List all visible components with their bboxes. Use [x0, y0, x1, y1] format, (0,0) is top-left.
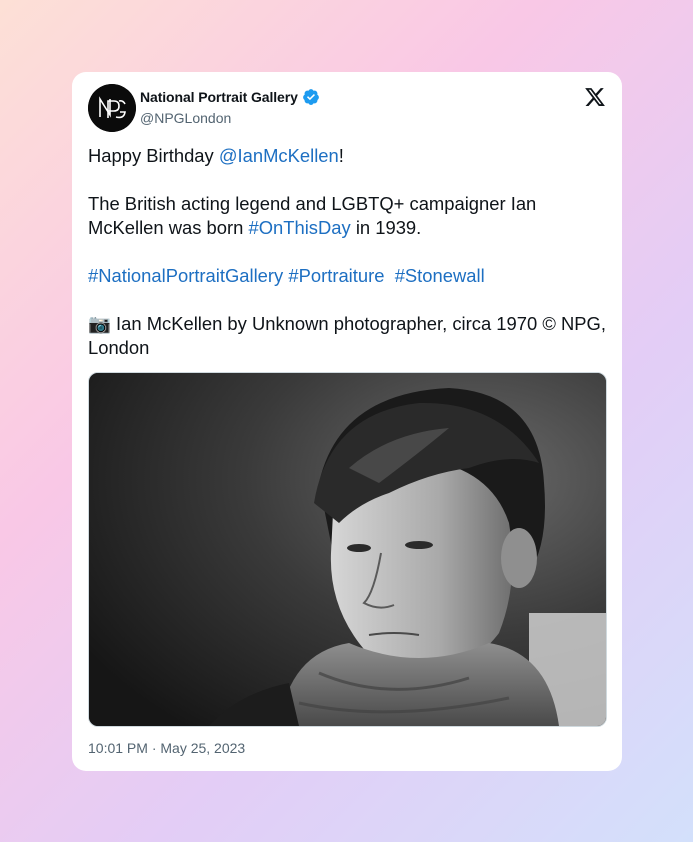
hashtag-link[interactable]: #OnThisDay: [248, 217, 350, 238]
camera-icon: 📷: [88, 313, 111, 334]
author-handle[interactable]: @NPGLondon: [140, 110, 231, 126]
author-row: National Portrait Gallery: [140, 88, 320, 106]
description-line: The British acting legend and LGBTQ+ cam…: [88, 192, 608, 240]
caption-text: Ian McKellen by Unknown photographer, ci…: [88, 313, 606, 358]
author-name[interactable]: National Portrait Gallery: [140, 89, 298, 105]
tweet-text: Happy Birthday @IanMcKellen! The British…: [88, 144, 608, 360]
description-suffix: in 1939.: [350, 217, 422, 238]
hashtag-link[interactable]: #Stonewall: [395, 265, 485, 286]
verified-badge-icon: [302, 89, 319, 105]
tweet-timestamp[interactable]: 10:01 PM · May 25, 2023: [88, 740, 245, 756]
hashtags-line: #NationalPortraitGallery #Portraiture #S…: [88, 264, 608, 288]
npg-logo-icon: [88, 84, 136, 132]
mention-link[interactable]: @IanMcKellen: [219, 145, 339, 166]
portrait-photo: [89, 373, 606, 726]
x-logo-icon[interactable]: [584, 86, 606, 108]
greeting-suffix: !: [338, 145, 344, 166]
hashtag-link[interactable]: #Portraiture: [288, 265, 384, 286]
greeting-line: Happy Birthday @IanMcKellen!: [88, 144, 608, 168]
tweet-image[interactable]: [88, 372, 607, 727]
hashtag-link[interactable]: #NationalPortraitGallery: [88, 265, 283, 286]
greeting-text: Happy Birthday: [88, 145, 219, 166]
caption-line: 📷 Ian McKellen by Unknown photographer, …: [88, 312, 608, 360]
avatar[interactable]: [88, 84, 136, 132]
tweet-card: National Portrait Gallery @NPGLondon Hap…: [72, 72, 622, 771]
